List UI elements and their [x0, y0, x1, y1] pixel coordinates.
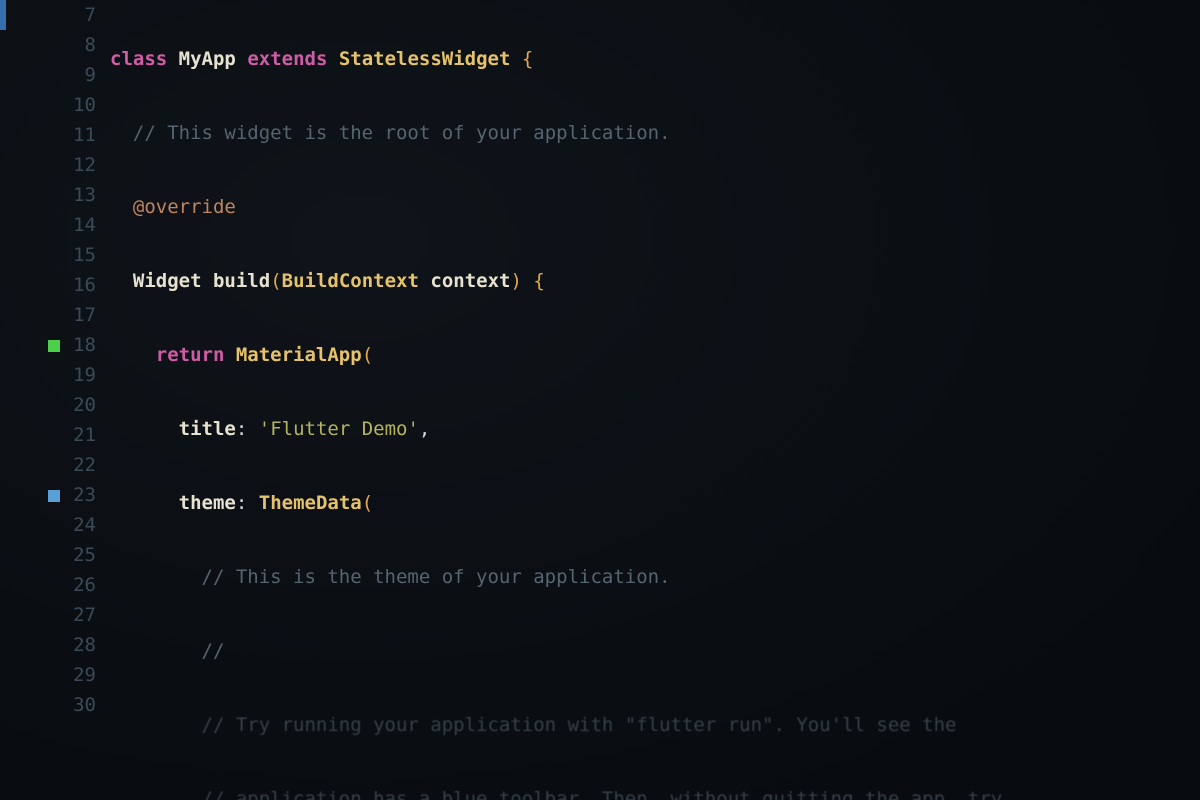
keyword-return: return: [156, 344, 225, 366]
line-number: 9: [0, 60, 110, 90]
named-arg: theme: [179, 492, 236, 514]
brace: {: [533, 270, 544, 292]
code-line[interactable]: class MyApp extends StatelessWidget {: [110, 44, 1200, 74]
line-number: 10: [0, 90, 110, 120]
line-number: 17: [0, 300, 110, 330]
keyword-extends: extends: [247, 48, 327, 70]
comma: ,: [419, 418, 430, 440]
constructor: ThemeData: [259, 492, 362, 514]
named-arg: title: [179, 418, 236, 440]
line-number: 15: [0, 240, 110, 270]
return-type: Widget: [133, 270, 202, 292]
line-number-gutter: 7 8 9 10 11 12 13 14 15 16 17 18 19 20 2…: [0, 0, 110, 800]
code-line[interactable]: Widget build(BuildContext context) {: [110, 266, 1200, 296]
line-number: 24: [0, 510, 110, 540]
code-line[interactable]: // This widget is the root of your appli…: [110, 118, 1200, 148]
comment: // This widget is the root of your appli…: [133, 122, 671, 144]
param-name: context: [430, 270, 510, 292]
code-line[interactable]: // This is the theme of your application…: [110, 562, 1200, 592]
comment: //: [202, 640, 225, 662]
method-name: build: [213, 270, 270, 292]
line-number: 29: [0, 660, 110, 690]
breakpoint-marker-icon[interactable]: [48, 340, 60, 352]
param-type: BuildContext: [282, 270, 419, 292]
code-area[interactable]: class MyApp extends StatelessWidget { //…: [110, 0, 1200, 800]
line-number: 11: [0, 120, 110, 150]
bookmark-marker-icon[interactable]: [48, 490, 60, 502]
class-name: MyApp: [179, 48, 236, 70]
comment: // Try running your application with "fl…: [202, 714, 957, 736]
string-literal: 'Flutter Demo': [259, 418, 419, 440]
code-editor[interactable]: 7 8 9 10 11 12 13 14 15 16 17 18 19 20 2…: [0, 0, 1200, 800]
line-number: 12: [0, 150, 110, 180]
code-line[interactable]: // application has a blue toolbar. Then,…: [110, 784, 1200, 800]
line-number: 30: [0, 690, 110, 720]
paren-open: (: [362, 492, 373, 514]
line-number: 20: [0, 390, 110, 420]
line-number: 14: [0, 210, 110, 240]
line-number: 16: [0, 270, 110, 300]
code-line[interactable]: //: [110, 636, 1200, 666]
code-line[interactable]: theme: ThemeData(: [110, 488, 1200, 518]
code-line[interactable]: title: 'Flutter Demo',: [110, 414, 1200, 444]
line-number: 18: [0, 330, 110, 360]
line-number: 28: [0, 630, 110, 660]
colon: :: [236, 418, 247, 440]
active-line-indicator: [0, 0, 6, 30]
code-line[interactable]: @override: [110, 192, 1200, 222]
code-line[interactable]: return MaterialApp(: [110, 340, 1200, 370]
code-line[interactable]: // Try running your application with "fl…: [110, 710, 1200, 740]
comment: // application has a blue toolbar. Then,…: [202, 788, 1003, 800]
line-number: 23: [0, 480, 110, 510]
line-number: 8: [0, 30, 110, 60]
brace: {: [522, 48, 533, 70]
paren-open: (: [270, 270, 281, 292]
line-number: 13: [0, 180, 110, 210]
line-number: 25: [0, 540, 110, 570]
line-number: 19: [0, 360, 110, 390]
annotation: @override: [133, 196, 236, 218]
line-number: 7: [0, 0, 110, 30]
colon: :: [236, 492, 247, 514]
keyword-class: class: [110, 48, 167, 70]
comment: // This is the theme of your application…: [202, 566, 671, 588]
paren-open: (: [362, 344, 373, 366]
line-number: 22: [0, 450, 110, 480]
constructor: MaterialApp: [236, 344, 362, 366]
line-number: 26: [0, 570, 110, 600]
line-number: 21: [0, 420, 110, 450]
type-name: StatelessWidget: [339, 48, 511, 70]
line-number: 27: [0, 600, 110, 630]
paren-close: ): [510, 270, 521, 292]
